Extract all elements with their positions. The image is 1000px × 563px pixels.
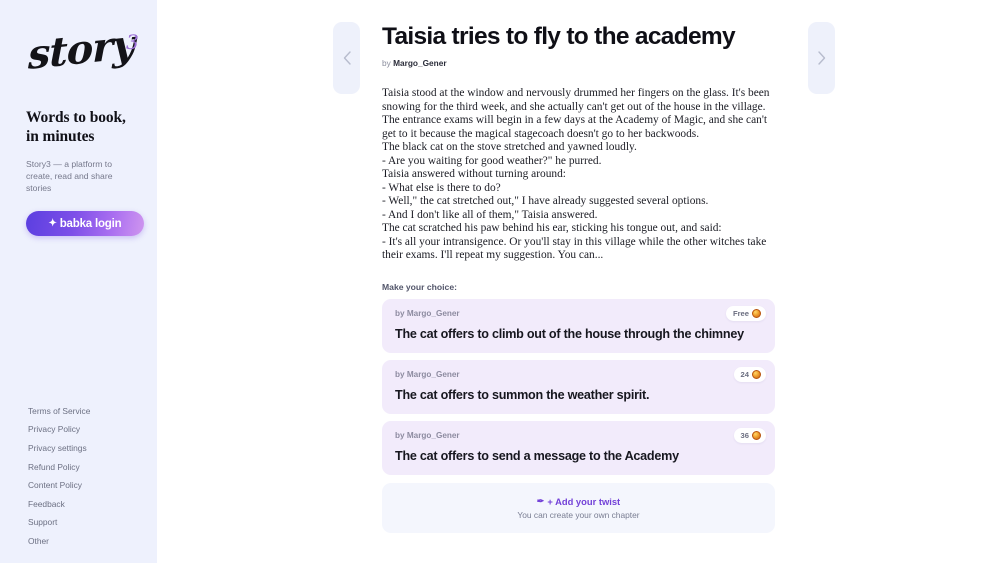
next-chapter-button[interactable] xyxy=(808,22,835,94)
login-button-label: babka login xyxy=(59,217,122,230)
choice-author-prefix: by xyxy=(395,430,405,440)
tagline: Words to book, in minutes xyxy=(26,108,131,146)
sidebar: story 3 Words to book, in minutes Story3… xyxy=(0,0,157,563)
footer-links: Terms of Service Privacy Policy Privacy … xyxy=(28,405,90,547)
footer-link-content-policy[interactable]: Content Policy xyxy=(28,479,90,491)
price-badge-label: Free xyxy=(732,308,749,318)
add-your-twist-label: + Add your twist xyxy=(547,495,621,507)
logo-wordmark: story xyxy=(27,20,135,79)
byline-prefix: by xyxy=(382,58,391,68)
choice-author: by Margo_Gener xyxy=(395,309,762,318)
price-badge: 36 xyxy=(733,427,766,443)
sub-tagline: Story3 — a platform to create, read and … xyxy=(26,159,113,193)
byline-author: Margo_Gener xyxy=(393,58,447,68)
coin-icon xyxy=(752,369,761,379)
coin-icon xyxy=(752,308,761,318)
choice-author-name: Margo_Gener xyxy=(406,430,460,440)
app-root: story 3 Words to book, in minutes Story3… xyxy=(0,0,1000,563)
story-container: Taisia tries to fly to the academy by Ma… xyxy=(382,22,775,533)
choice-author-prefix: by xyxy=(395,308,405,318)
price-badge-label: 24 xyxy=(740,369,749,379)
chevron-right-icon xyxy=(817,50,827,66)
byline: by Margo_Gener xyxy=(382,58,775,68)
coin-icon xyxy=(752,430,761,440)
story3-logo[interactable]: story 3 xyxy=(26,20,139,92)
footer-link-privacy-policy[interactable]: Privacy Policy xyxy=(28,423,90,435)
tagline-line-1: Words to book, xyxy=(26,109,126,126)
footer-link-privacy-settings[interactable]: Privacy settings xyxy=(28,442,90,454)
add-your-twist-title: ✒ + Add your twist xyxy=(537,496,620,507)
pen-icon: ✒ xyxy=(536,495,545,506)
choice-author: by Margo_Gener xyxy=(395,370,762,379)
price-badge: Free xyxy=(725,305,766,321)
chevron-left-icon xyxy=(342,50,352,66)
choice-list: Free by Margo_Gener The cat offers to cl… xyxy=(382,298,775,475)
choice-text: The cat offers to summon the weather spi… xyxy=(395,387,650,402)
page-title: Taisia tries to fly to the academy xyxy=(382,23,736,50)
footer-link-refund-policy[interactable]: Refund Policy xyxy=(28,461,90,473)
price-badge: 24 xyxy=(733,366,766,382)
choice-card[interactable]: 24 by Margo_Gener The cat offers to summ… xyxy=(382,359,775,414)
choice-card[interactable]: 36 by Margo_Gener The cat offers to send… xyxy=(382,420,775,475)
main-content: Taisia tries to fly to the academy by Ma… xyxy=(157,0,1000,563)
previous-chapter-button[interactable] xyxy=(333,22,360,94)
add-your-twist-card[interactable]: ✒ + Add your twist You can create your o… xyxy=(382,482,775,533)
price-badge-label: 36 xyxy=(740,430,749,440)
babka-login-button[interactable]: ✦ babka login xyxy=(26,211,144,236)
footer-link-terms-of-service[interactable]: Terms of Service xyxy=(28,405,90,417)
choice-author-name: Margo_Gener xyxy=(406,308,460,318)
choice-text: The cat offers to send a message to the … xyxy=(395,448,679,463)
add-your-twist-subtitle: You can create your own chapter xyxy=(517,509,640,520)
choice-author-name: Margo_Gener xyxy=(406,369,460,379)
footer-link-support[interactable]: Support xyxy=(28,516,90,528)
footer-link-other[interactable]: Other xyxy=(28,535,90,547)
choice-card[interactable]: Free by Margo_Gener The cat offers to cl… xyxy=(382,298,775,353)
choice-text: The cat offers to climb out of the house… xyxy=(395,326,744,341)
choice-author: by Margo_Gener xyxy=(395,431,762,440)
make-your-choice-label: Make your choice: xyxy=(382,281,457,292)
sparkle-icon: ✦ xyxy=(48,217,57,229)
footer-link-feedback[interactable]: Feedback xyxy=(28,498,90,510)
choice-author-prefix: by xyxy=(395,369,405,379)
story-body-text: Taisia stood at the window and nervously… xyxy=(382,87,770,261)
logo-superscript: 3 xyxy=(126,30,139,54)
tagline-line-2: in minutes xyxy=(26,128,95,145)
